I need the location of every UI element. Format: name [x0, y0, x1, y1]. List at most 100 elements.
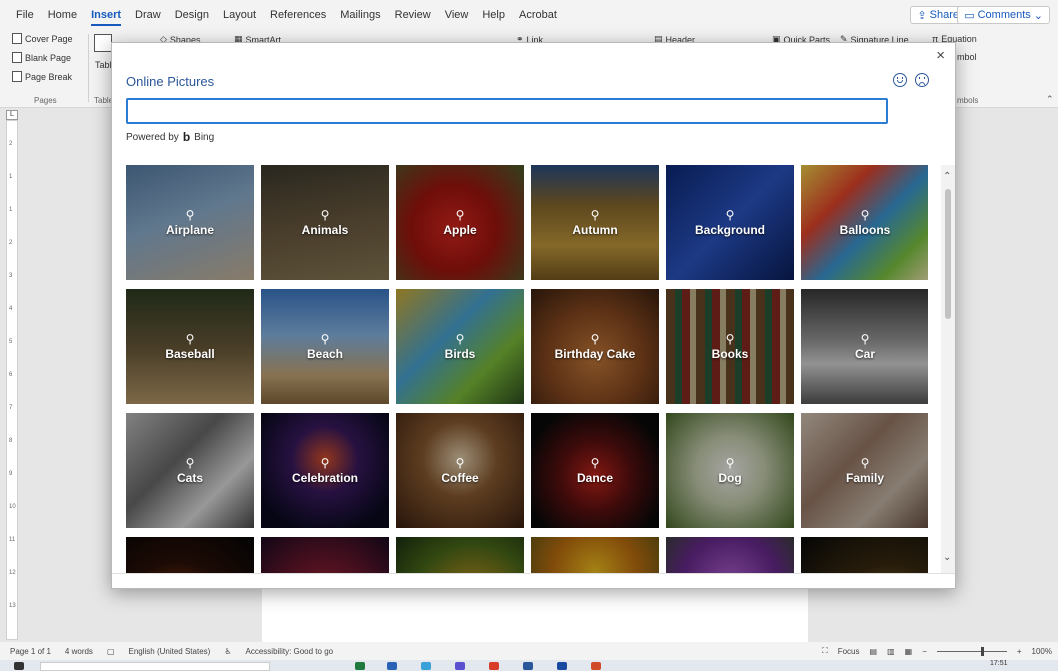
document-page[interactable] — [262, 580, 808, 642]
category-tile[interactable]: ⚲ Birds — [396, 289, 524, 404]
scroll-down-icon[interactable]: ⌄ — [943, 552, 951, 563]
outlook-icon[interactable] — [557, 662, 567, 670]
pages-group-label: Pages — [34, 96, 57, 105]
category-tile[interactable]: ⚲ Balloons — [801, 165, 928, 280]
status-bar: Page 1 of 1 4 words ▢ English (United St… — [0, 642, 1058, 660]
category-label: Celebration — [291, 470, 358, 485]
category-tile[interactable]: ⚲ Celebration — [261, 413, 389, 528]
category-tile[interactable]: ⚲ Autumn — [531, 165, 659, 280]
frown-icon[interactable] — [915, 73, 929, 87]
search-icon: ⚲ — [185, 455, 195, 470]
store-icon[interactable] — [387, 662, 397, 670]
language-indicator[interactable]: English (United States) — [129, 647, 211, 656]
scroll-thumb[interactable] — [945, 189, 951, 319]
cover-page-button[interactable]: Cover Page — [12, 33, 73, 44]
proofing-icon[interactable]: ▢ — [107, 647, 115, 656]
category-tile[interactable]: ⚲ Background — [666, 165, 794, 280]
category-tile[interactable]: ⚲ Birthday Cake — [531, 289, 659, 404]
ruler-number: 3 — [9, 273, 13, 279]
ruler-number: 8 — [9, 438, 13, 444]
tab-view[interactable]: View — [445, 9, 469, 21]
category-tile[interactable]: ⚲ Coffee — [396, 413, 524, 528]
ruler-number: 2 — [9, 240, 13, 246]
blank-page-button[interactable]: Blank Page — [12, 52, 71, 63]
scroll-up-icon[interactable]: ⌃ — [943, 171, 951, 182]
category-tile[interactable]: ⚲ Beach — [261, 289, 389, 404]
symbol-label: mbol — [957, 52, 977, 62]
tab-review[interactable]: Review — [395, 9, 431, 21]
zoom-in-icon[interactable]: + — [1017, 647, 1022, 656]
category-label: Birthday Cake — [554, 346, 636, 361]
grid-scrollbar[interactable]: ⌃ ⌄ — [941, 165, 955, 573]
search-icon: ⚲ — [455, 207, 465, 222]
word-count[interactable]: 4 words — [65, 647, 93, 656]
web-layout-icon[interactable]: ▦ — [905, 647, 913, 656]
page-count[interactable]: Page 1 of 1 — [10, 647, 51, 656]
category-label: Apple — [443, 222, 477, 237]
category-tile[interactable]: ⚲ Family — [801, 413, 928, 528]
accessibility-status[interactable]: Accessibility: Good to go — [246, 647, 334, 656]
zoom-slider[interactable] — [936, 646, 1007, 656]
category-tile[interactable]: ⚲ Dance — [531, 413, 659, 528]
category-tile[interactable]: ⚲ Apple — [396, 165, 524, 280]
comment-icon: ▭ — [964, 9, 975, 22]
table-button[interactable] — [94, 34, 112, 52]
excel-icon[interactable] — [355, 662, 365, 670]
ruler-number: 4 — [9, 306, 13, 312]
tab-references[interactable]: References — [270, 9, 326, 21]
edge-icon[interactable] — [421, 662, 431, 670]
zoom-level[interactable]: 100% — [1032, 647, 1052, 656]
tab-home[interactable]: Home — [48, 9, 77, 21]
collapse-ribbon-icon[interactable]: ⌃ — [1046, 94, 1054, 105]
close-icon[interactable]: × — [936, 47, 945, 64]
category-grid: ⚲ Airplane ⚲ Animals ⚲ Apple ⚲ Autumn ⚲ Backgroun… — [126, 165, 928, 573]
smiley-icon[interactable] — [893, 73, 907, 87]
category-label: Autumn — [572, 222, 618, 237]
category-tile[interactable]: ⚲ — [126, 537, 254, 573]
category-tile[interactable]: ⚲ Baseball — [126, 289, 254, 404]
tab-insert[interactable]: Insert — [91, 9, 121, 26]
category-tile[interactable]: ⚲ Dog — [666, 413, 794, 528]
tab-layout[interactable]: Layout — [223, 9, 256, 21]
teams-icon[interactable] — [455, 662, 465, 670]
ruler-number: 1 — [9, 174, 13, 180]
powerpoint-icon[interactable] — [591, 662, 601, 670]
start-icon[interactable] — [14, 662, 24, 670]
tab-draw[interactable]: Draw — [135, 9, 161, 21]
focus-button[interactable]: Focus — [838, 647, 860, 656]
print-layout-icon[interactable]: ▥ — [887, 647, 895, 656]
page-break-icon — [12, 71, 22, 82]
tab-mailings[interactable]: Mailings — [340, 9, 380, 21]
symbol-button[interactable]: mbol — [957, 52, 977, 62]
clock[interactable]: 17:51 — [990, 660, 1008, 667]
read-mode-icon[interactable]: ▤ — [870, 647, 878, 656]
category-tile[interactable]: ⚲ Cats — [126, 413, 254, 528]
page-break-button[interactable]: Page Break — [12, 71, 72, 82]
ruler-number: 13 — [9, 603, 16, 609]
zoom-out-icon[interactable]: − — [922, 647, 927, 656]
tab-help[interactable]: Help — [482, 9, 505, 21]
category-label: Cats — [176, 470, 203, 485]
zoom-slider-knob[interactable] — [980, 646, 984, 656]
tab-acrobat[interactable]: Acrobat — [519, 9, 557, 21]
category-tile[interactable]: ⚲ Airplane — [126, 165, 254, 280]
category-label: Birds — [444, 346, 476, 361]
tab-design[interactable]: Design — [175, 9, 209, 21]
category-tile[interactable]: ⚲ — [396, 537, 524, 573]
search-icon: ⚲ — [320, 331, 330, 346]
category-tile[interactable]: ⚲ Car — [801, 289, 928, 404]
word-icon[interactable] — [523, 662, 533, 670]
search-input[interactable] — [126, 98, 888, 124]
category-tile[interactable]: ⚲ — [531, 537, 659, 573]
tab-selector[interactable]: L — [6, 110, 18, 120]
taskbar-search-box[interactable] — [40, 662, 270, 671]
chrome-icon[interactable] — [489, 662, 499, 670]
comments-button[interactable]: ▭ Comments ⌄ — [957, 6, 1050, 24]
category-tile[interactable]: ⚲ — [801, 537, 928, 573]
category-tile[interactable]: ⚲ — [261, 537, 389, 573]
ruler-number: 6 — [9, 372, 13, 378]
tab-file[interactable]: File — [16, 9, 34, 21]
category-tile[interactable]: ⚲ Books — [666, 289, 794, 404]
category-tile[interactable]: ⚲ — [666, 537, 794, 573]
category-tile[interactable]: ⚲ Animals — [261, 165, 389, 280]
